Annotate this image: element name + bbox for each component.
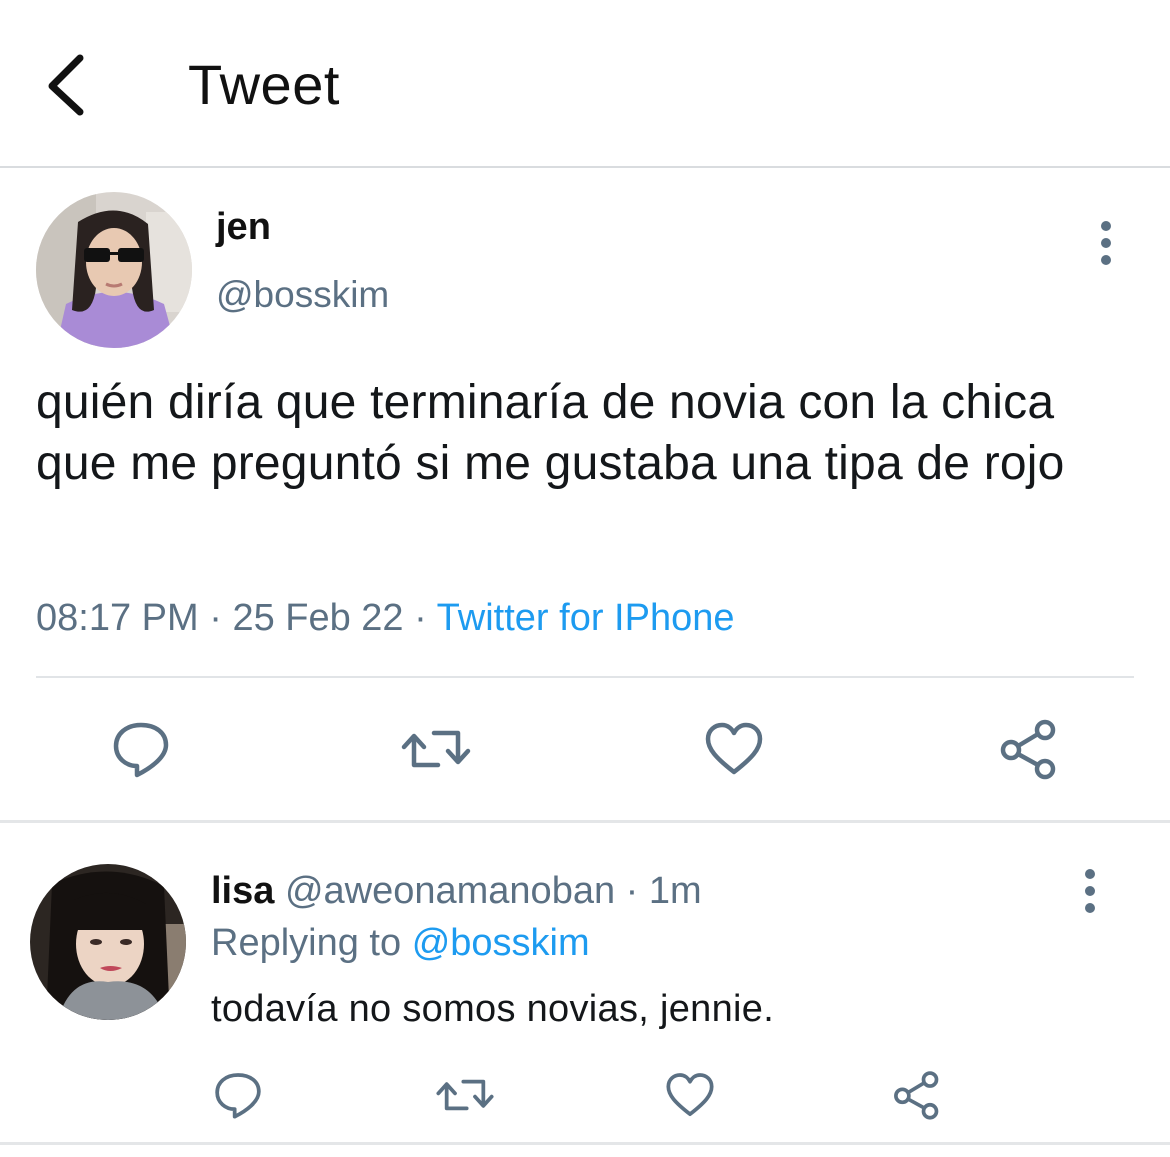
author-avatar[interactable] bbox=[36, 192, 192, 348]
tweet-meta: 08:17 PM · 25 Feb 22 · Twitter for IPhon… bbox=[36, 597, 734, 640]
reply-retweet-button[interactable] bbox=[434, 1064, 496, 1126]
tweet-date: 25 Feb 22 bbox=[232, 597, 404, 639]
like-icon bbox=[666, 1073, 714, 1117]
tweet-text: quién diría que terminaría de novia con … bbox=[36, 376, 1065, 490]
replying-to: Replying to @bosskim bbox=[211, 922, 590, 965]
top-bar: Tweet bbox=[0, 0, 1170, 168]
reply-button[interactable] bbox=[105, 715, 177, 783]
more-options-button[interactable] bbox=[1086, 214, 1126, 274]
reply-text: todavía no somos novias, jennie. bbox=[211, 988, 775, 1030]
reply-author-name[interactable]: lisa bbox=[211, 870, 274, 912]
reply-icon bbox=[215, 1073, 261, 1119]
reply-icon bbox=[113, 722, 169, 778]
share-icon bbox=[1000, 719, 1056, 780]
author-name[interactable]: jen bbox=[216, 206, 271, 249]
divider bbox=[36, 676, 1134, 678]
tweet-time: 08:17 PM bbox=[36, 597, 199, 639]
replying-prefix: Replying to bbox=[211, 922, 402, 964]
back-button[interactable] bbox=[38, 48, 98, 120]
reply-author-handle[interactable]: @aweonamanoban bbox=[285, 870, 615, 912]
meta-separator: · bbox=[209, 597, 222, 639]
reply-time: 1m bbox=[648, 870, 702, 912]
like-icon bbox=[705, 722, 763, 775]
share-icon bbox=[894, 1071, 939, 1120]
meta-separator: · bbox=[414, 597, 427, 639]
reply-author-avatar[interactable] bbox=[30, 864, 186, 1020]
more-vertical-icon bbox=[1085, 869, 1095, 913]
reply-more-options-button[interactable] bbox=[1070, 860, 1110, 920]
retweet-icon bbox=[401, 730, 471, 768]
retweet-icon bbox=[436, 1079, 494, 1111]
reply-reply-button[interactable] bbox=[210, 1064, 266, 1126]
section-divider bbox=[0, 820, 1170, 823]
more-vertical-icon bbox=[1101, 221, 1111, 265]
chevron-left-icon bbox=[48, 54, 84, 116]
page-title: Tweet bbox=[188, 53, 340, 116]
tweet-source-link[interactable]: Twitter for IPhone bbox=[437, 597, 735, 639]
meta-separator: · bbox=[625, 870, 639, 912]
share-button[interactable] bbox=[994, 715, 1064, 783]
replying-to-mention[interactable]: @bosskim bbox=[412, 922, 590, 964]
reply-like-button[interactable] bbox=[661, 1064, 719, 1126]
author-handle[interactable]: @bosskim bbox=[216, 274, 389, 316]
like-button[interactable] bbox=[698, 715, 770, 783]
reply-share-button[interactable] bbox=[888, 1064, 946, 1126]
section-divider bbox=[0, 1142, 1170, 1145]
reply-header: lisa @aweonamanoban · 1m bbox=[211, 870, 702, 913]
retweet-button[interactable] bbox=[398, 715, 474, 783]
